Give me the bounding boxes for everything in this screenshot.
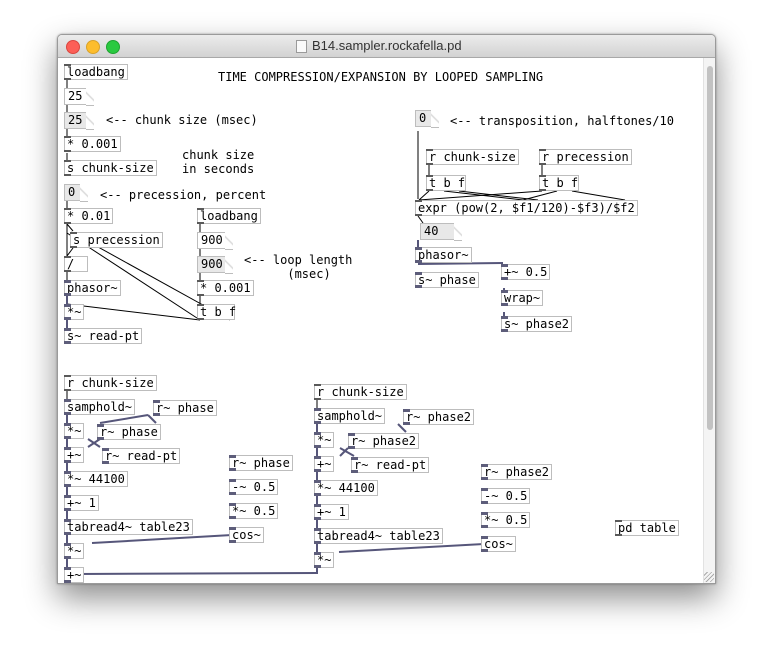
number-box-chunk-init[interactable]: 25 — [64, 88, 94, 106]
cosine-object[interactable]: cos~ — [481, 536, 516, 552]
signal-subtract-object[interactable]: -~ 0.5 — [481, 488, 531, 504]
receive-chunk-size-object[interactable]: r chunk-size — [64, 375, 157, 391]
signal-add-object[interactable]: +~ 1 — [63, 495, 99, 511]
comment-transposition: <-- transposition, halftones/10 — [450, 114, 674, 128]
signal-multiply-object[interactable]: *~ 44100 — [314, 480, 378, 496]
cosine-object[interactable]: cos~ — [229, 527, 264, 543]
receive-phase-object[interactable]: r~ phase — [153, 400, 217, 416]
receive-phase2-object[interactable]: r~ phase2 — [348, 433, 420, 449]
send-precession-object[interactable]: s precession — [70, 232, 163, 248]
signal-multiply-object[interactable]: *~ 0.5 — [481, 512, 531, 528]
signal-multiply-object[interactable]: *~ — [64, 304, 85, 320]
patch-cords — [66, 80, 626, 575]
receive-read-pt-object[interactable]: r~ read-pt — [102, 448, 181, 464]
comment-chunk-size-seconds: chunk size in seconds — [182, 148, 255, 176]
signal-add-object[interactable]: +~ — [64, 447, 85, 463]
vertical-scrollbar[interactable] — [703, 58, 715, 583]
loadbang-object[interactable]: loadbang — [64, 64, 128, 80]
document-icon — [296, 40, 307, 53]
multiply-object[interactable]: * 0.001 — [197, 280, 254, 296]
signal-multiply-object[interactable]: *~ — [64, 423, 85, 439]
comment-chunk-size-msec: <-- chunk size (msec) — [106, 113, 258, 127]
patch-window: B14.sampler.rockafella.pd loadbang 25 25… — [57, 34, 716, 584]
receive-precession-object[interactable]: r precession — [539, 149, 632, 165]
signal-add-object[interactable]: +~ 0.5 — [501, 264, 551, 280]
send-read-pt-object[interactable]: s~ read-pt — [63, 328, 143, 344]
signal-add-object[interactable]: +~ — [314, 456, 335, 472]
minimize-button[interactable] — [86, 40, 100, 54]
resize-grip-icon[interactable] — [704, 572, 714, 582]
signal-multiply-object[interactable]: *~ — [64, 543, 85, 559]
window-title: B14.sampler.rockafella.pd — [312, 38, 462, 53]
receive-phase2-object[interactable]: r~ phase2 — [403, 409, 475, 425]
multiply-object[interactable]: * 0.001 — [63, 136, 121, 152]
number-box-frequency[interactable]: 40 — [420, 223, 462, 241]
receive-phase-object[interactable]: r~ phase — [229, 455, 293, 471]
patch-title-comment: TIME COMPRESSION/EXPANSION BY LOOPED SAM… — [218, 70, 544, 84]
samphold-object[interactable]: samphold~ — [64, 399, 136, 415]
number-box-precession[interactable]: 0 — [64, 184, 88, 202]
phasor-object[interactable]: phasor~ — [63, 280, 121, 296]
trigger-object[interactable]: t b f — [197, 304, 236, 320]
comment-precession-percent: <-- precession, percent — [100, 188, 267, 202]
number-box-transposition[interactable]: 0 — [415, 110, 439, 128]
samphold-object[interactable]: samphold~ — [314, 408, 386, 424]
signal-multiply-object[interactable]: *~ 0.5 — [229, 503, 279, 519]
signal-multiply-object[interactable]: *~ — [314, 552, 335, 568]
expr-object[interactable]: expr (pow(2, $f1/120)-$f3)/$f2 — [415, 200, 638, 216]
tabread4-object[interactable]: tabread4~ table23 — [314, 528, 443, 544]
pd-table-subpatch[interactable]: pd table — [615, 520, 679, 536]
number-box-loop-init[interactable]: 900 — [197, 232, 233, 250]
signal-multiply-object[interactable]: *~ 44100 — [64, 471, 128, 487]
loadbang-object[interactable]: loadbang — [197, 208, 261, 224]
receive-read-pt-object[interactable]: r~ read-pt — [351, 457, 430, 473]
signal-add-object[interactable]: +~ 1 — [314, 504, 349, 520]
divide-object[interactable]: / — [64, 256, 88, 272]
send-phase2-object[interactable]: s~ phase2 — [501, 316, 573, 332]
tabread4-object[interactable]: tabread4~ table23 — [64, 519, 193, 535]
send-chunk-size-object[interactable]: s chunk-size — [64, 160, 157, 176]
signal-add-output-object[interactable]: +~ — [64, 567, 85, 583]
number-box-chunk-size[interactable]: 25 — [64, 112, 94, 130]
multiply-object[interactable]: * 0.01 — [63, 208, 114, 224]
signal-multiply-object[interactable]: *~ — [314, 432, 335, 448]
number-box-loop-length[interactable]: 900 — [197, 256, 233, 274]
phasor-object[interactable]: phasor~ — [415, 247, 472, 263]
patch-canvas[interactable]: loadbang 25 25 <-- chunk size (msec) * 0… — [58, 58, 703, 583]
receive-chunk-size-object[interactable]: r chunk-size — [426, 149, 519, 165]
trigger-object[interactable]: t b f — [426, 175, 466, 191]
receive-phase-object[interactable]: r~ phase — [97, 424, 161, 440]
title-bar[interactable]: B14.sampler.rockafella.pd — [58, 35, 715, 58]
trigger-object[interactable]: t b f — [539, 175, 579, 191]
zoom-button[interactable] — [106, 40, 120, 54]
send-phase-object[interactable]: s~ phase — [415, 272, 479, 288]
receive-chunk-size-object[interactable]: r chunk-size — [314, 384, 407, 400]
scrollbar-thumb[interactable] — [707, 66, 713, 430]
receive-phase2-object[interactable]: r~ phase2 — [481, 464, 553, 480]
comment-loop-length: <-- loop length (msec) — [244, 253, 353, 281]
signal-subtract-object[interactable]: -~ 0.5 — [229, 479, 279, 495]
wrap-object[interactable]: wrap~ — [501, 290, 544, 306]
close-button[interactable] — [66, 40, 80, 54]
